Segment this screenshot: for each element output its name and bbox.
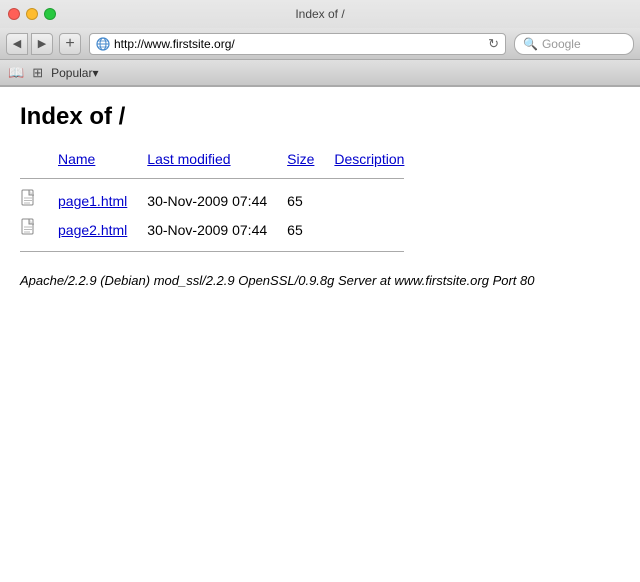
footer-separator-row [20, 244, 424, 259]
file-icon [20, 218, 38, 238]
file-modified-cell: 30-Nov-2009 07:44 [147, 186, 287, 215]
window-title: Index of / [295, 7, 344, 21]
size-sort-link[interactable]: Size [287, 151, 314, 167]
table-row: page2.html 30-Nov-2009 07:4465 [20, 215, 424, 244]
new-tab-button[interactable]: + [59, 33, 81, 55]
close-button[interactable] [8, 8, 20, 20]
grid-icon[interactable]: ⊞ [32, 65, 43, 81]
col-modified-header: Last modified [147, 147, 287, 171]
maximize-button[interactable] [44, 8, 56, 20]
address-bar[interactable]: ↻ [89, 33, 506, 55]
file-icon [20, 189, 38, 209]
directory-table: Name Last modified Size Description page… [20, 147, 424, 259]
toolbar: ◀ ▶ + ↻ 🔍 Google [0, 28, 640, 60]
col-name-header: Name [58, 147, 147, 171]
name-sort-link[interactable]: Name [58, 151, 95, 167]
forward-button[interactable]: ▶ [31, 33, 53, 55]
bookmarks-bar: 📖 ⊞ Popular▾ [0, 60, 640, 86]
file-icon-cell [20, 215, 58, 244]
bookmarks-icon[interactable]: 📖 [8, 65, 24, 81]
desc-sort-link[interactable]: Description [334, 151, 404, 167]
file-icon-cell [20, 186, 58, 215]
file-link[interactable]: page1.html [58, 193, 127, 209]
file-size-cell: 65 [287, 215, 334, 244]
file-name-cell: page1.html [58, 186, 147, 215]
modified-sort-link[interactable]: Last modified [147, 151, 230, 167]
refresh-button[interactable]: ↻ [488, 36, 499, 52]
minimize-button[interactable] [26, 8, 38, 20]
col-icon-header [20, 147, 58, 171]
header-separator [20, 178, 404, 179]
search-placeholder: Google [542, 37, 581, 51]
file-link[interactable]: page2.html [58, 222, 127, 238]
title-bar: Index of / [0, 0, 640, 28]
file-description-cell [334, 186, 424, 215]
address-input[interactable] [114, 37, 484, 51]
page-content: Index of / Name Last modified Size Descr… [0, 87, 640, 582]
server-info: Apache/2.2.9 (Debian) mod_ssl/2.2.9 Open… [20, 271, 620, 291]
popular-button[interactable]: Popular▾ [51, 66, 98, 80]
footer-separator [20, 251, 404, 252]
col-size-header: Size [287, 147, 334, 171]
search-bar[interactable]: 🔍 Google [514, 33, 634, 55]
file-description-cell [334, 215, 424, 244]
table-row: page1.html 30-Nov-2009 07:4465 [20, 186, 424, 215]
file-size-cell: 65 [287, 186, 334, 215]
back-button[interactable]: ◀ [6, 33, 28, 55]
table-header-row: Name Last modified Size Description [20, 147, 424, 171]
page-title: Index of / [20, 103, 620, 131]
separator-row [20, 171, 424, 186]
file-modified-cell: 30-Nov-2009 07:44 [147, 215, 287, 244]
search-icon: 🔍 [523, 37, 538, 51]
window-chrome: Index of / ◀ ▶ + ↻ 🔍 Google 📖 ⊞ Popular▾ [0, 0, 640, 87]
file-name-cell: page2.html [58, 215, 147, 244]
globe-icon [96, 37, 110, 51]
col-desc-header: Description [334, 147, 424, 171]
traffic-lights [8, 8, 56, 20]
